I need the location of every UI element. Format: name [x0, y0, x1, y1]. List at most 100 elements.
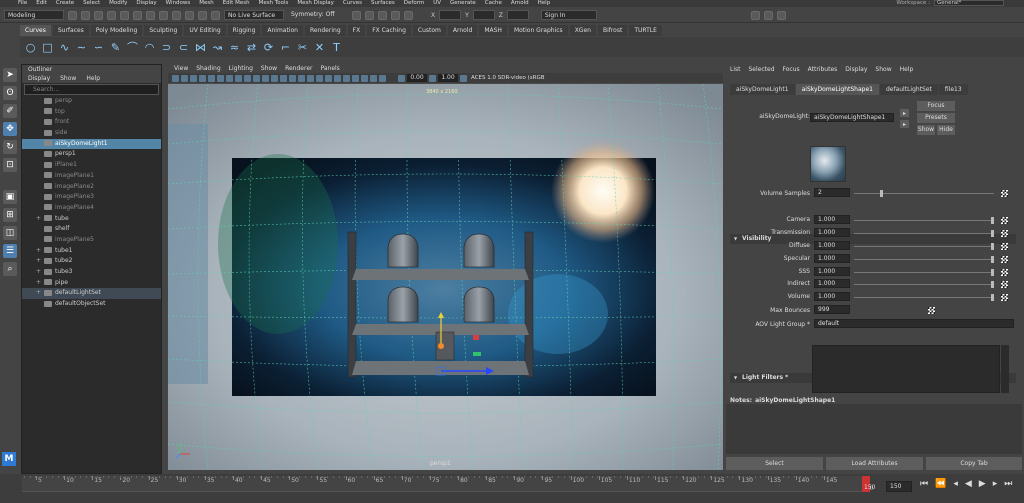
menu-cache[interactable]: Cache	[485, 0, 502, 6]
visibility-value-field[interactable]: 1.000	[814, 240, 850, 250]
map-texture-icon[interactable]	[1001, 242, 1008, 250]
shelf-tab-fx[interactable]: FX	[347, 25, 366, 36]
new-scene-icon[interactable]	[68, 10, 77, 20]
max-bounces-field[interactable]: 999	[814, 305, 850, 314]
outliner-item[interactable]: + tube2	[22, 256, 161, 267]
exposure-icon[interactable]	[398, 74, 405, 82]
lasso-tool-icon[interactable]: ʘ	[3, 86, 17, 100]
viewport-menu-panels[interactable]: Panels	[320, 64, 339, 73]
camera-attributes-icon[interactable]	[181, 74, 188, 82]
shelf-tab-sculpting[interactable]: Sculpting	[144, 25, 183, 36]
visibility-value-field[interactable]: 1.000	[814, 292, 850, 302]
focus-button[interactable]: Focus	[917, 101, 955, 111]
save-scene-icon[interactable]	[94, 10, 103, 20]
resolution-gate-icon[interactable]	[226, 74, 233, 82]
outliner-item[interactable]: imagePlane1	[22, 171, 161, 182]
ae-menu-list[interactable]: List	[730, 64, 741, 76]
xray-joints-icon[interactable]	[370, 74, 377, 82]
outliner-item[interactable]: defaultObjectSet	[22, 299, 161, 310]
map-texture-icon[interactable]	[1001, 255, 1008, 263]
workspace-selector[interactable]: Workspace : General*	[896, 0, 1004, 6]
viewport-menu-renderer[interactable]: Renderer	[285, 64, 312, 73]
menu-modify[interactable]: Modify	[109, 0, 127, 6]
outliner-item[interactable]: + tube1	[22, 246, 161, 257]
textured-icon[interactable]	[298, 74, 305, 82]
step-back-frame-icon[interactable]: ◂	[953, 479, 958, 489]
select-button[interactable]: Select	[726, 457, 823, 470]
shelf-tab-motion-graphics[interactable]: Motion Graphics	[508, 25, 568, 36]
menu-select[interactable]: Select	[83, 0, 100, 6]
fillet-icon[interactable]: ⌐	[279, 41, 292, 54]
ipr-icon[interactable]	[378, 10, 387, 20]
render-icon[interactable]	[365, 10, 374, 20]
menu-deform[interactable]: Deform	[404, 0, 424, 6]
outliner-item[interactable]: iPlane1	[22, 160, 161, 171]
wireframe-icon[interactable]	[271, 74, 278, 82]
view-transform-dropdown[interactable]: ACES 1.0 SDR-video (sRGB	[471, 75, 545, 81]
arc-icon[interactable]: ⌒	[126, 41, 139, 54]
xray-components-icon[interactable]	[379, 74, 386, 82]
symmetry-dropdown[interactable]: Symmetry: Off	[288, 10, 348, 20]
sign-in-dropdown[interactable]: Sign In	[540, 10, 597, 20]
bezier-curve-icon[interactable]: ∽	[92, 41, 105, 54]
rebuild-curve-icon[interactable]: ⟳	[262, 41, 275, 54]
snap-point-icon[interactable]	[198, 10, 207, 20]
open-scene-icon[interactable]	[81, 10, 90, 20]
ae-menu-focus[interactable]: Focus	[783, 64, 800, 76]
map-texture-icon[interactable]	[1001, 217, 1008, 224]
expand-toggle-icon[interactable]: +	[36, 214, 41, 225]
focus-arrow-button[interactable]: ▸	[900, 109, 909, 117]
move-tool-icon[interactable]: ✥	[3, 122, 17, 136]
current-frame-field[interactable]: 150	[886, 481, 912, 492]
extend-curve-icon[interactable]: ↝	[211, 41, 224, 54]
play-backward-icon[interactable]: ◀	[965, 479, 972, 489]
search-icon[interactable]: ⌕	[3, 262, 17, 276]
light-filters-list[interactable]	[812, 345, 1000, 393]
menu-mesh-display[interactable]: Mesh Display	[297, 0, 334, 6]
persp-outliner-icon[interactable]: ◫	[3, 226, 17, 240]
visibility-value-field[interactable]: 1.000	[814, 266, 850, 276]
expand-toggle-icon[interactable]: +	[36, 288, 41, 299]
attach-curves-icon[interactable]: ⊃	[160, 41, 173, 54]
viewport-scene[interactable]	[168, 84, 723, 470]
step-forward-frame-icon[interactable]: ▸	[993, 479, 998, 489]
max-bounces-map-icon[interactable]	[928, 307, 935, 314]
exposure-field[interactable]: 0.00	[407, 74, 427, 82]
live-surface-field[interactable]: No Live Surface	[224, 10, 284, 20]
presets-button[interactable]: Presets	[917, 113, 955, 123]
swatch-preview-icon[interactable]	[810, 146, 846, 182]
motion-blur-icon[interactable]	[334, 74, 341, 82]
presets-arrow-button[interactable]: ▸	[900, 120, 909, 128]
go-to-start-icon[interactable]: ⏮	[920, 479, 928, 489]
wireframe-on-shaded-icon[interactable]	[289, 74, 296, 82]
play-forward-icon[interactable]: ▶	[979, 479, 986, 489]
map-texture-icon[interactable]	[1001, 229, 1008, 237]
xray-icon[interactable]	[361, 74, 368, 82]
menu-create[interactable]: Create	[56, 0, 74, 6]
cv-curve-icon[interactable]: ∼	[75, 41, 88, 54]
menu-windows[interactable]: Windows	[166, 0, 191, 6]
outliner-menu-display[interactable]: Display	[28, 74, 50, 83]
show-button[interactable]: Show	[917, 125, 935, 135]
smooth-shade-icon[interactable]	[280, 74, 287, 82]
select-hierarchy-icon[interactable]	[133, 10, 142, 20]
visibility-value-field[interactable]: 1.000	[814, 215, 850, 224]
mode-dropdown[interactable]: Modeling	[4, 10, 64, 20]
pencil-curve-icon[interactable]: ✎	[109, 41, 122, 54]
light-filters-scrollbar[interactable]	[1001, 345, 1009, 393]
outliner-item[interactable]: persp1	[22, 149, 161, 160]
shelf-tab-rigging[interactable]: Rigging	[227, 25, 261, 36]
viewport-menu-shading[interactable]: Shading	[196, 64, 220, 73]
expand-toggle-icon[interactable]: +	[36, 256, 41, 267]
nurbs-square-icon[interactable]: □	[41, 41, 54, 54]
visibility-value-field[interactable]: 1.000	[814, 279, 850, 289]
ae-menu-selected[interactable]: Selected	[749, 64, 775, 76]
menu-display[interactable]: Display	[136, 0, 156, 6]
gamma-icon[interactable]	[429, 74, 436, 82]
undo-icon[interactable]	[107, 10, 116, 20]
viewport-panel[interactable]: View Shading Lighting Show Renderer Panels 0.…	[168, 64, 723, 470]
viewport-menu-show[interactable]: Show	[261, 64, 277, 73]
gate-mask-icon[interactable]	[235, 74, 242, 82]
z-field[interactable]	[506, 10, 529, 20]
outliner-item[interactable]: front	[22, 117, 161, 128]
